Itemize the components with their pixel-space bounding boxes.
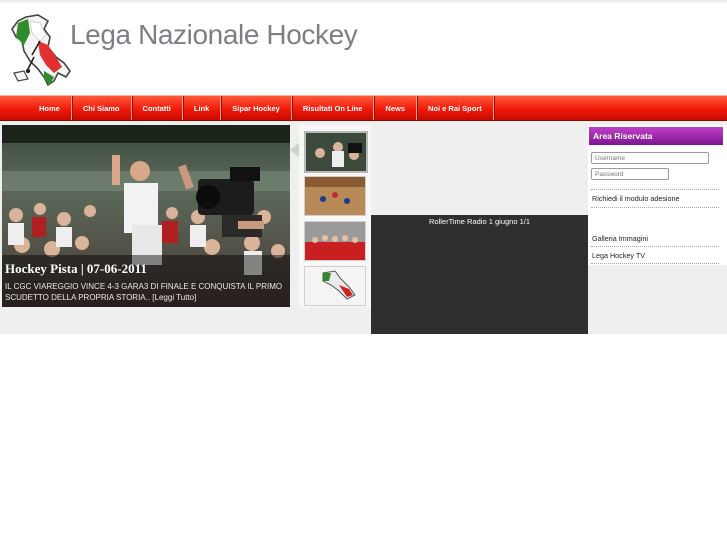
italy-map-logo-icon[interactable] bbox=[4, 11, 74, 91]
active-thumb-pointer-icon bbox=[290, 143, 299, 157]
lega-hockey-tv-link[interactable]: Lega Hockey TV bbox=[592, 251, 645, 260]
gallery-link[interactable]: Galleria Immagini bbox=[592, 234, 648, 243]
request-form-link[interactable]: Richiedi il modulo adesione bbox=[592, 194, 680, 203]
thumbnail-4[interactable] bbox=[304, 266, 366, 306]
nav-home[interactable]: Home bbox=[28, 96, 72, 120]
divider bbox=[591, 207, 719, 208]
nav-contatti[interactable]: Contatti bbox=[132, 96, 183, 120]
video-player[interactable]: RollerTime Radio 1 giugno 1/1 bbox=[371, 215, 588, 334]
thumbnail-2[interactable] bbox=[304, 176, 366, 216]
nav-link[interactable]: Link bbox=[183, 96, 222, 120]
password-input[interactable] bbox=[591, 168, 669, 180]
area-riservata-header: Area Riservata bbox=[589, 127, 723, 145]
thumbnail-strip bbox=[299, 125, 371, 307]
divider bbox=[591, 263, 719, 264]
video-title[interactable]: RollerTime Radio 1 giugno 1/1 bbox=[371, 217, 588, 226]
nav-sipar-hockey[interactable]: Sipar Hockey bbox=[221, 96, 292, 120]
thumbnail-1[interactable] bbox=[304, 131, 368, 173]
sidebar: Area Riservata Richiedi il modulo adesio… bbox=[588, 125, 727, 334]
feature-title[interactable]: Hockey Pista | 07-06-2011 bbox=[5, 261, 147, 277]
content-area: Hockey Pista | 07-06-2011 IL CGC VIAREGG… bbox=[0, 121, 727, 334]
divider bbox=[591, 189, 719, 190]
username-input[interactable] bbox=[591, 152, 709, 164]
nav-noi-e-rai-sport[interactable]: Noi e Rai Sport bbox=[417, 96, 494, 120]
site-header: Lega Nazionale Hockey bbox=[0, 3, 727, 94]
divider bbox=[591, 246, 719, 247]
main-navigation: Home Chi Siamo Contatti Link Sipar Hocke… bbox=[0, 95, 727, 121]
nav-risultati-on-line[interactable]: Risultati On Line bbox=[292, 96, 375, 120]
sidebar-empty-panel bbox=[588, 265, 727, 334]
nav-chi-siamo[interactable]: Chi Siamo bbox=[72, 96, 132, 120]
feature-summary[interactable]: IL CGC VIAREGGIO VINCE 4-3 GARA3 DI FINA… bbox=[5, 281, 285, 303]
nav-news[interactable]: News bbox=[374, 96, 417, 120]
site-title[interactable]: Lega Nazionale Hockey bbox=[70, 19, 358, 51]
thumbnail-3[interactable] bbox=[304, 221, 366, 261]
